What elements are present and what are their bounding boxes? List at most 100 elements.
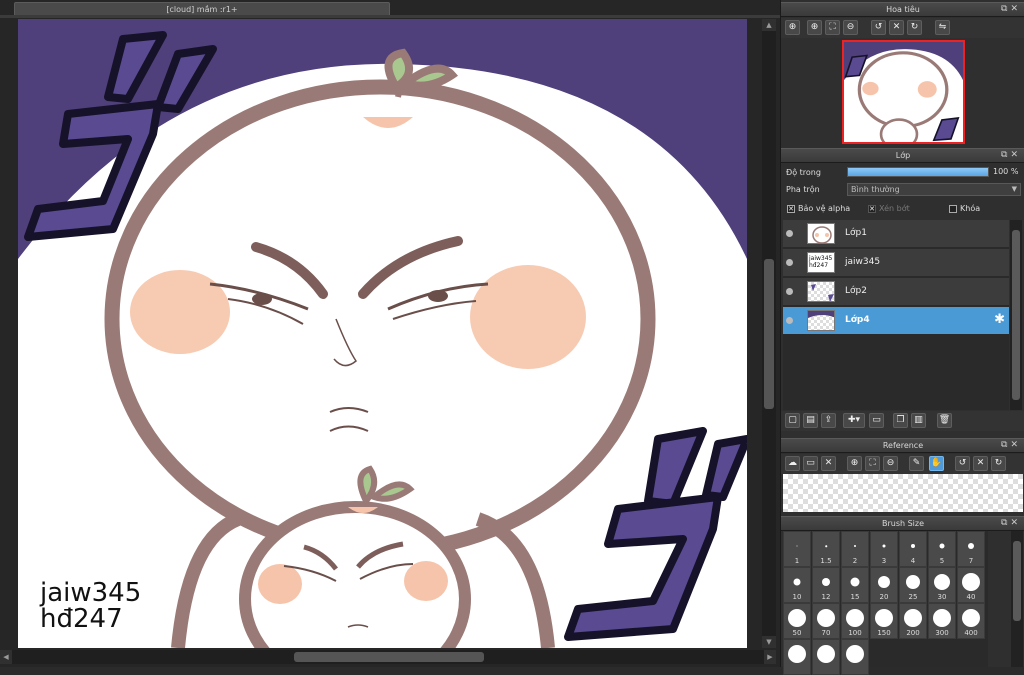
brush-size-cell[interactable]: 1.5	[812, 531, 840, 567]
canvas-horizontal-scrollbar[interactable]: ◀ ▶	[0, 650, 776, 664]
brush-size-cell[interactable]: 25	[899, 567, 927, 603]
zoom-in-icon[interactable]: ⊕	[847, 456, 862, 471]
brush-size-cell[interactable]	[812, 639, 840, 675]
brush-size-label: 30	[937, 593, 947, 601]
hand-icon[interactable]: ✋	[929, 456, 944, 471]
brush-size-cell[interactable]: 200	[899, 603, 927, 639]
brush-size-cell[interactable]: 7	[957, 531, 985, 567]
clipping-checkbox[interactable]: ✕ Xén bớt	[868, 204, 910, 213]
brush-size-cell[interactable]: 400	[957, 603, 985, 639]
scroll-left-icon[interactable]: ◀	[0, 650, 12, 664]
layer-row-lop1[interactable]: Lớp1	[783, 220, 1009, 248]
zoom-in-alt-icon[interactable]: ⊕	[807, 20, 822, 35]
brush-dot-icon	[878, 576, 890, 589]
fit-icon[interactable]: ⛶	[825, 20, 840, 35]
new-raster-icon[interactable]: ▤	[803, 413, 818, 428]
layer-row-lop2[interactable]: Lớp2	[783, 278, 1009, 306]
add-menu-icon[interactable]: ✚▾	[843, 413, 865, 428]
close-icon[interactable]: ✕	[1010, 440, 1021, 450]
brush-size-cell[interactable]	[783, 639, 811, 675]
zoom-out-icon[interactable]: ⊖	[883, 456, 898, 471]
brush-size-scrollbar[interactable]	[1011, 531, 1023, 667]
brush-size-label: 70	[821, 629, 831, 637]
close-reference-icon[interactable]: ✕	[821, 456, 836, 471]
navigator-preview[interactable]	[842, 40, 965, 144]
fit-icon[interactable]: ⛶	[865, 456, 880, 471]
blend-mode-select[interactable]: Bình thường ▼	[847, 183, 1021, 196]
brush-size-cell[interactable]: 50	[783, 603, 811, 639]
layer-list-scrollbar[interactable]	[1010, 220, 1022, 410]
brush-size-cell[interactable]: 150	[870, 603, 898, 639]
new-layer-icon[interactable]: ▢	[785, 413, 800, 428]
import-icon[interactable]: ⇪	[821, 413, 836, 428]
canvas-area: [cloud] mắm :r1+ jaiw345 hđ247 ▲ ▼ ◀ ▶	[0, 0, 780, 667]
scroll-down-icon[interactable]: ▼	[762, 636, 776, 648]
open-folder-icon[interactable]: ▭	[803, 456, 818, 471]
rotate-left-icon[interactable]: ↺	[955, 456, 970, 471]
brush-size-cell[interactable]: 300	[928, 603, 956, 639]
lock-checkbox[interactable]: Khóa	[949, 204, 980, 213]
zoom-out-icon[interactable]: ⊖	[843, 20, 858, 35]
reset-icon[interactable]: ✕	[973, 456, 988, 471]
brush-size-cell[interactable]: 1	[783, 531, 811, 567]
document-tab[interactable]: [cloud] mắm :r1+	[14, 2, 390, 16]
brush-size-cell[interactable]: 40	[957, 567, 985, 603]
visibility-icon[interactable]	[786, 259, 793, 266]
horizontal-scroll-thumb[interactable]	[294, 652, 484, 662]
close-icon[interactable]: ✕	[1010, 150, 1021, 160]
flip-icon[interactable]: ⇋	[935, 20, 950, 35]
side-panels: Hoa tiêu ⧉✕ ⊕ ⊕ ⛶ ⊖ ↺ ✕ ↻ ⇋ Lớp ⧉✕ Độ tr…	[780, 0, 1024, 675]
rotate-right-icon[interactable]: ↻	[991, 456, 1006, 471]
rotate-right-icon[interactable]: ↻	[907, 20, 922, 35]
brush-size-cell[interactable]: 12	[812, 567, 840, 603]
visibility-icon[interactable]	[786, 230, 793, 237]
visibility-icon[interactable]	[786, 288, 793, 295]
artwork-canvas[interactable]: jaiw345 hđ247	[18, 19, 747, 648]
rotate-left-icon[interactable]: ↺	[871, 20, 886, 35]
brush-size-cell[interactable]: 70	[812, 603, 840, 639]
opacity-fill	[848, 168, 988, 176]
brush-size-cell[interactable]: 15	[841, 567, 869, 603]
brush-dot-icon	[850, 577, 860, 587]
brush-size-cell[interactable]	[841, 639, 869, 675]
duplicate-icon[interactable]: ❐	[893, 413, 908, 428]
scroll-right-icon[interactable]: ▶	[764, 650, 776, 664]
layer-row-jaiw345[interactable]: jaiw345 hđ247 jaiw345	[783, 249, 1009, 277]
canvas-vertical-scrollbar[interactable]: ▲ ▼	[762, 19, 776, 648]
brush-size-cell[interactable]: 3	[870, 531, 898, 567]
eyedropper-icon[interactable]: ✎	[909, 456, 924, 471]
brush-size-cell[interactable]: 4	[899, 531, 927, 567]
merge-icon[interactable]: ▥	[911, 413, 926, 428]
brush-size-cell[interactable]: 10	[783, 567, 811, 603]
brush-size-title: Brush Size	[881, 519, 925, 528]
reference-canvas[interactable]	[783, 474, 1023, 512]
lock-label: Khóa	[960, 204, 981, 213]
brush-size-cell[interactable]: 100	[841, 603, 869, 639]
layer-scroll-thumb[interactable]	[1012, 230, 1020, 400]
brush-scroll-thumb[interactable]	[1013, 541, 1021, 621]
layer-row-lop4[interactable]: Lớp4 ✱	[783, 307, 1009, 335]
close-icon[interactable]: ✕	[1010, 4, 1021, 14]
zoom-in-icon[interactable]: ⊕	[785, 20, 800, 35]
brush-size-cell[interactable]: 2	[841, 531, 869, 567]
scroll-up-icon[interactable]: ▲	[762, 19, 776, 31]
layer-list: Lớp1 jaiw345 hđ247 jaiw345 Lớp2 Lớp4 ✱	[783, 220, 1009, 410]
opacity-label: Độ trong	[786, 168, 821, 177]
brush-size-cell[interactable]: 5	[928, 531, 956, 567]
brush-dot-icon	[875, 609, 893, 628]
protect-alpha-checkbox[interactable]: ✕ Bảo vệ alpha	[787, 204, 850, 213]
visibility-icon[interactable]	[786, 317, 793, 324]
brush-dot-icon	[911, 544, 915, 549]
brush-size-cell[interactable]: 30	[928, 567, 956, 603]
gear-icon[interactable]: ✱	[994, 312, 1005, 327]
opacity-slider[interactable]	[847, 167, 989, 177]
cloud-icon[interactable]: ☁	[785, 456, 800, 471]
layer-thumbnail	[807, 310, 835, 331]
folder-icon[interactable]: ▭	[869, 413, 884, 428]
close-icon[interactable]: ✕	[1010, 518, 1021, 528]
reset-icon[interactable]: ✕	[889, 20, 904, 35]
brush-size-cell[interactable]: 20	[870, 567, 898, 603]
vertical-scroll-thumb[interactable]	[764, 259, 774, 409]
delete-icon[interactable]: 🗑	[937, 413, 952, 428]
artwork-svg: jaiw345 hđ247	[18, 19, 747, 648]
